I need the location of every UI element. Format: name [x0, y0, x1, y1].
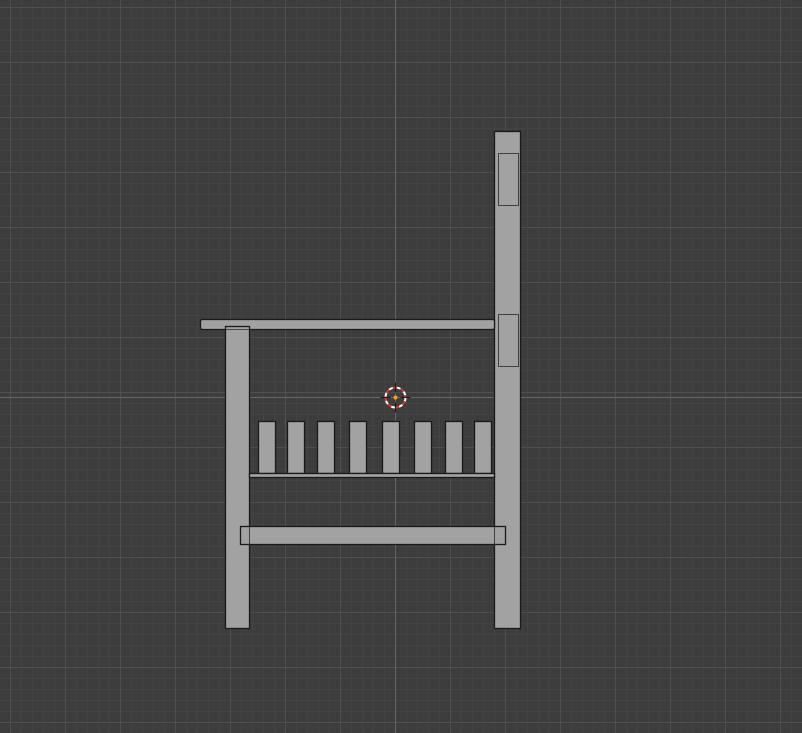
chair-front-leg[interactable]: [224, 325, 251, 630]
seat-slat: [473, 420, 493, 475]
3d-viewport[interactable]: [0, 0, 802, 733]
back-post-inset-top: [498, 153, 519, 206]
lower-stretcher[interactable]: [239, 525, 507, 546]
seat-slat: [444, 420, 464, 475]
seat-slat: [316, 420, 336, 475]
seat-slats: [257, 420, 493, 475]
seat-slat: [381, 420, 401, 475]
3d-cursor-icon[interactable]: [380, 382, 411, 413]
seat-slat: [348, 420, 368, 475]
seat-slat: [257, 420, 277, 475]
seat-slat: [413, 420, 433, 475]
chair-mesh[interactable]: [199, 130, 522, 630]
seat-rail: [248, 472, 496, 479]
chair-back-post[interactable]: [493, 130, 522, 630]
viewport-canvas[interactable]: [0, 0, 802, 733]
seat-slat: [286, 420, 306, 475]
back-post-inset-mid: [498, 314, 519, 367]
